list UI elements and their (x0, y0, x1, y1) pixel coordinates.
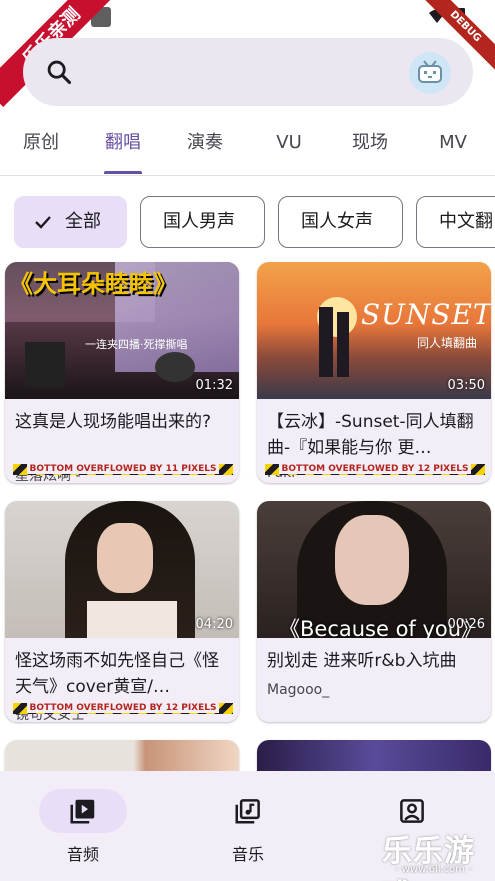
category-tabs: 原创 翻唱 演奏 VU 现场 MV (0, 116, 495, 176)
thumbnail-title: SUNSET (361, 298, 491, 331)
video-thumbnail: 04:20 (5, 501, 239, 638)
video-author: Magooo_ (267, 682, 330, 698)
chip-label: 全部 (65, 211, 101, 232)
search-bar[interactable] (23, 38, 473, 106)
video-thumbnail: 《Because of you》 00:26 (257, 501, 491, 638)
profile-icon (400, 799, 424, 823)
nav-music[interactable]: 音乐 (203, 789, 293, 865)
video-title: 怪这场雨不如先怪自己《怪天气》cover黄宣/… (15, 651, 219, 697)
video-library-icon (70, 799, 95, 824)
video-card[interactable]: SUNSET 同人填翻曲 03:50 【云冰】-Sunset-同人填翻曲-『如果… (257, 262, 491, 483)
active-tab-indicator (104, 171, 142, 174)
video-title: 【云冰】-Sunset-同人填翻曲-『如果能与你 更… (267, 412, 474, 458)
video-duration: 01:32 (195, 378, 233, 393)
nav-label: 音乐 (231, 845, 264, 864)
overflow-warning: BOTTOM OVERFLOWED BY 12 PIXELS (13, 703, 233, 714)
tab-cover[interactable]: 翻唱 (100, 116, 146, 174)
video-card[interactable]: 《大耳朵睦睦》 一连夹四播·死撑撕唱 01:32 这真是人现场能唱出来的? 星落… (5, 262, 239, 483)
nav-label: 音频 (66, 845, 99, 864)
chip-female-vocal[interactable]: 国人女声 (278, 196, 403, 248)
check-icon (35, 216, 51, 229)
tv-mascot-icon (418, 60, 442, 83)
search-icon[interactable] (45, 58, 73, 86)
nav-indicator (204, 789, 292, 833)
chip-male-vocal[interactable]: 国人男声 (140, 196, 265, 248)
overflow-warning: BOTTOM OVERFLOWED BY 11 PIXELS (13, 464, 233, 475)
avatar[interactable] (409, 52, 451, 94)
tab-live[interactable]: 现场 (347, 116, 393, 174)
thumbnail-caption: 一连夹四播·死撑撕唱 (85, 338, 188, 351)
video-thumbnail: 《大耳朵睦睦》 一连夹四播·死撑撕唱 01:32 (5, 262, 239, 399)
video-duration: 00:26 (447, 617, 485, 632)
video-card[interactable]: 04:20 怪这场雨不如先怪自己《怪天气》cover黄宣/… 镜句又女士 BOT… (5, 501, 239, 722)
video-thumbnail: SUNSET 同人填翻曲 03:50 (257, 262, 491, 399)
chip-chinese-cover[interactable]: 中文翻 (416, 196, 495, 248)
tab-performance[interactable]: 演奏 (182, 116, 228, 174)
video-card[interactable]: 《Because of you》 00:26 别划走 进来听r&b入坑曲 Mag… (257, 501, 491, 722)
nav-audio[interactable]: 音频 (38, 789, 128, 865)
chip-all[interactable]: 全部 (14, 196, 127, 248)
video-duration: 04:20 (195, 617, 233, 632)
thumbnail-caption: 同人填翻曲 (417, 336, 478, 350)
overflow-warning: BOTTOM OVERFLOWED BY 12 PIXELS (265, 464, 485, 475)
music-library-icon (235, 799, 260, 824)
tab-original[interactable]: 原创 (18, 116, 64, 174)
nav-indicator (39, 789, 127, 833)
watermark-url: - www.6ll.com - (395, 864, 472, 875)
video-duration: 03:50 (447, 378, 485, 393)
tab-mv[interactable]: MV (430, 116, 476, 174)
filter-chips: 全部 国人男声 国人女声 中文翻 (0, 196, 495, 250)
video-title: 这真是人现场能唱出来的? (15, 412, 212, 432)
tab-vu[interactable]: VU (266, 116, 312, 174)
thumbnail-title: 《大耳朵睦睦》 (9, 270, 177, 298)
video-title: 别划走 进来听r&b入坑曲 (267, 651, 457, 671)
